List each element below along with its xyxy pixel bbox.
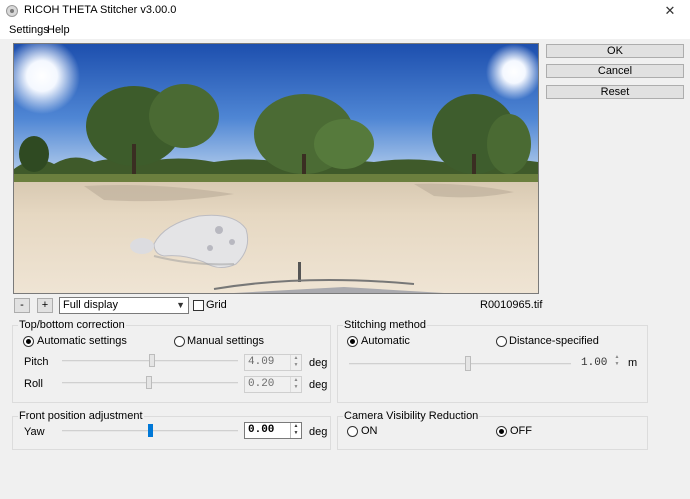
distance-unit: m xyxy=(628,357,638,369)
yaw-label: Yaw xyxy=(24,426,45,438)
pitch-spin-arrows[interactable]: ▲ ▼ xyxy=(290,355,301,370)
display-mode-select[interactable]: Full display ▼ xyxy=(59,297,189,314)
roll-spin-arrows[interactable]: ▲ ▼ xyxy=(290,377,301,392)
camera-visibility-title: Camera Visibility Reduction xyxy=(343,410,480,422)
top-bottom-manual-label: Manual settings xyxy=(187,335,265,347)
spin-up-icon[interactable]: ▲ xyxy=(612,354,622,361)
grid-checkbox[interactable] xyxy=(193,300,204,311)
top-bottom-auto-radio[interactable] xyxy=(23,336,34,347)
theta-app-icon xyxy=(6,5,18,17)
stitching-method-title: Stitching method xyxy=(343,319,427,331)
roll-slider-thumb[interactable] xyxy=(146,376,152,389)
stitching-distance-radio[interactable] xyxy=(496,336,507,347)
spin-up-icon[interactable]: ▲ xyxy=(291,355,301,362)
roll-unit: deg xyxy=(309,379,328,391)
spin-down-icon[interactable]: ▼ xyxy=(291,384,301,391)
distance-slider-track xyxy=(349,363,571,365)
top-bottom-correction-title: Top/bottom correction xyxy=(18,319,126,331)
menu-settings[interactable]: Settings xyxy=(9,24,49,36)
grid-label: Grid xyxy=(206,299,227,311)
ok-button[interactable]: OK xyxy=(546,44,684,58)
panorama-image xyxy=(14,44,538,293)
menu-help[interactable]: Help xyxy=(47,24,70,36)
window-title: RICOH THETA Stitcher v3.00.0 xyxy=(24,4,177,16)
distance-value: 1.00 xyxy=(581,357,608,369)
yaw-slider-thumb[interactable] xyxy=(148,424,153,437)
yaw-value: 0.00 xyxy=(248,424,275,436)
roll-spinbox[interactable]: 0.20 ▲ ▼ xyxy=(244,376,302,393)
reset-button[interactable]: Reset xyxy=(546,85,684,99)
pitch-value: 4.09 xyxy=(248,356,275,368)
close-icon[interactable]: ✕ xyxy=(650,0,690,22)
yaw-spin-arrows[interactable]: ▲ ▼ xyxy=(290,423,301,438)
stitching-auto-radio[interactable] xyxy=(347,336,358,347)
file-name: R0010965.tif xyxy=(480,299,543,311)
display-mode-value: Full display xyxy=(63,299,119,311)
yaw-spinbox[interactable]: 0.00 ▲ ▼ xyxy=(244,422,302,439)
cancel-button[interactable]: Cancel xyxy=(546,64,684,78)
pitch-spinbox[interactable]: 4.09 ▲ ▼ xyxy=(244,354,302,371)
panorama-preview[interactable] xyxy=(13,43,539,294)
camera-visibility-off-radio[interactable] xyxy=(496,426,507,437)
chevron-down-icon: ▼ xyxy=(176,300,185,310)
stitching-distance-label: Distance-specified xyxy=(509,335,599,347)
front-position-title: Front position adjustment xyxy=(18,410,144,422)
roll-value: 0.20 xyxy=(248,378,275,390)
distance-spin-arrows[interactable]: ▲ ▼ xyxy=(612,354,622,370)
spin-down-icon[interactable]: ▼ xyxy=(291,362,301,369)
zoom-out-button[interactable]: - xyxy=(14,298,30,313)
spin-down-icon[interactable]: ▼ xyxy=(612,361,622,368)
distance-slider-thumb[interactable] xyxy=(465,356,471,371)
top-bottom-auto-label: Automatic settings xyxy=(37,335,127,347)
spin-down-icon[interactable]: ▼ xyxy=(291,430,301,437)
top-bottom-manual-radio[interactable] xyxy=(174,336,185,347)
pitch-unit: deg xyxy=(309,357,328,369)
camera-visibility-on-radio[interactable] xyxy=(347,426,358,437)
pitch-label: Pitch xyxy=(24,356,49,368)
spin-up-icon[interactable]: ▲ xyxy=(291,377,301,384)
yaw-unit: deg xyxy=(309,426,328,438)
zoom-in-button[interactable]: + xyxy=(37,298,53,313)
title-bar: RICOH THETA Stitcher v3.00.0 ✕ xyxy=(0,0,690,22)
roll-label: Roll xyxy=(24,378,43,390)
camera-visibility-off-label: OFF xyxy=(510,425,532,437)
camera-visibility-on-label: ON xyxy=(361,425,378,437)
stitching-auto-label: Automatic xyxy=(361,335,410,347)
spin-up-icon[interactable]: ▲ xyxy=(291,423,301,430)
pitch-slider-thumb[interactable] xyxy=(149,354,155,367)
menu-bar: Settings Help xyxy=(0,22,690,39)
